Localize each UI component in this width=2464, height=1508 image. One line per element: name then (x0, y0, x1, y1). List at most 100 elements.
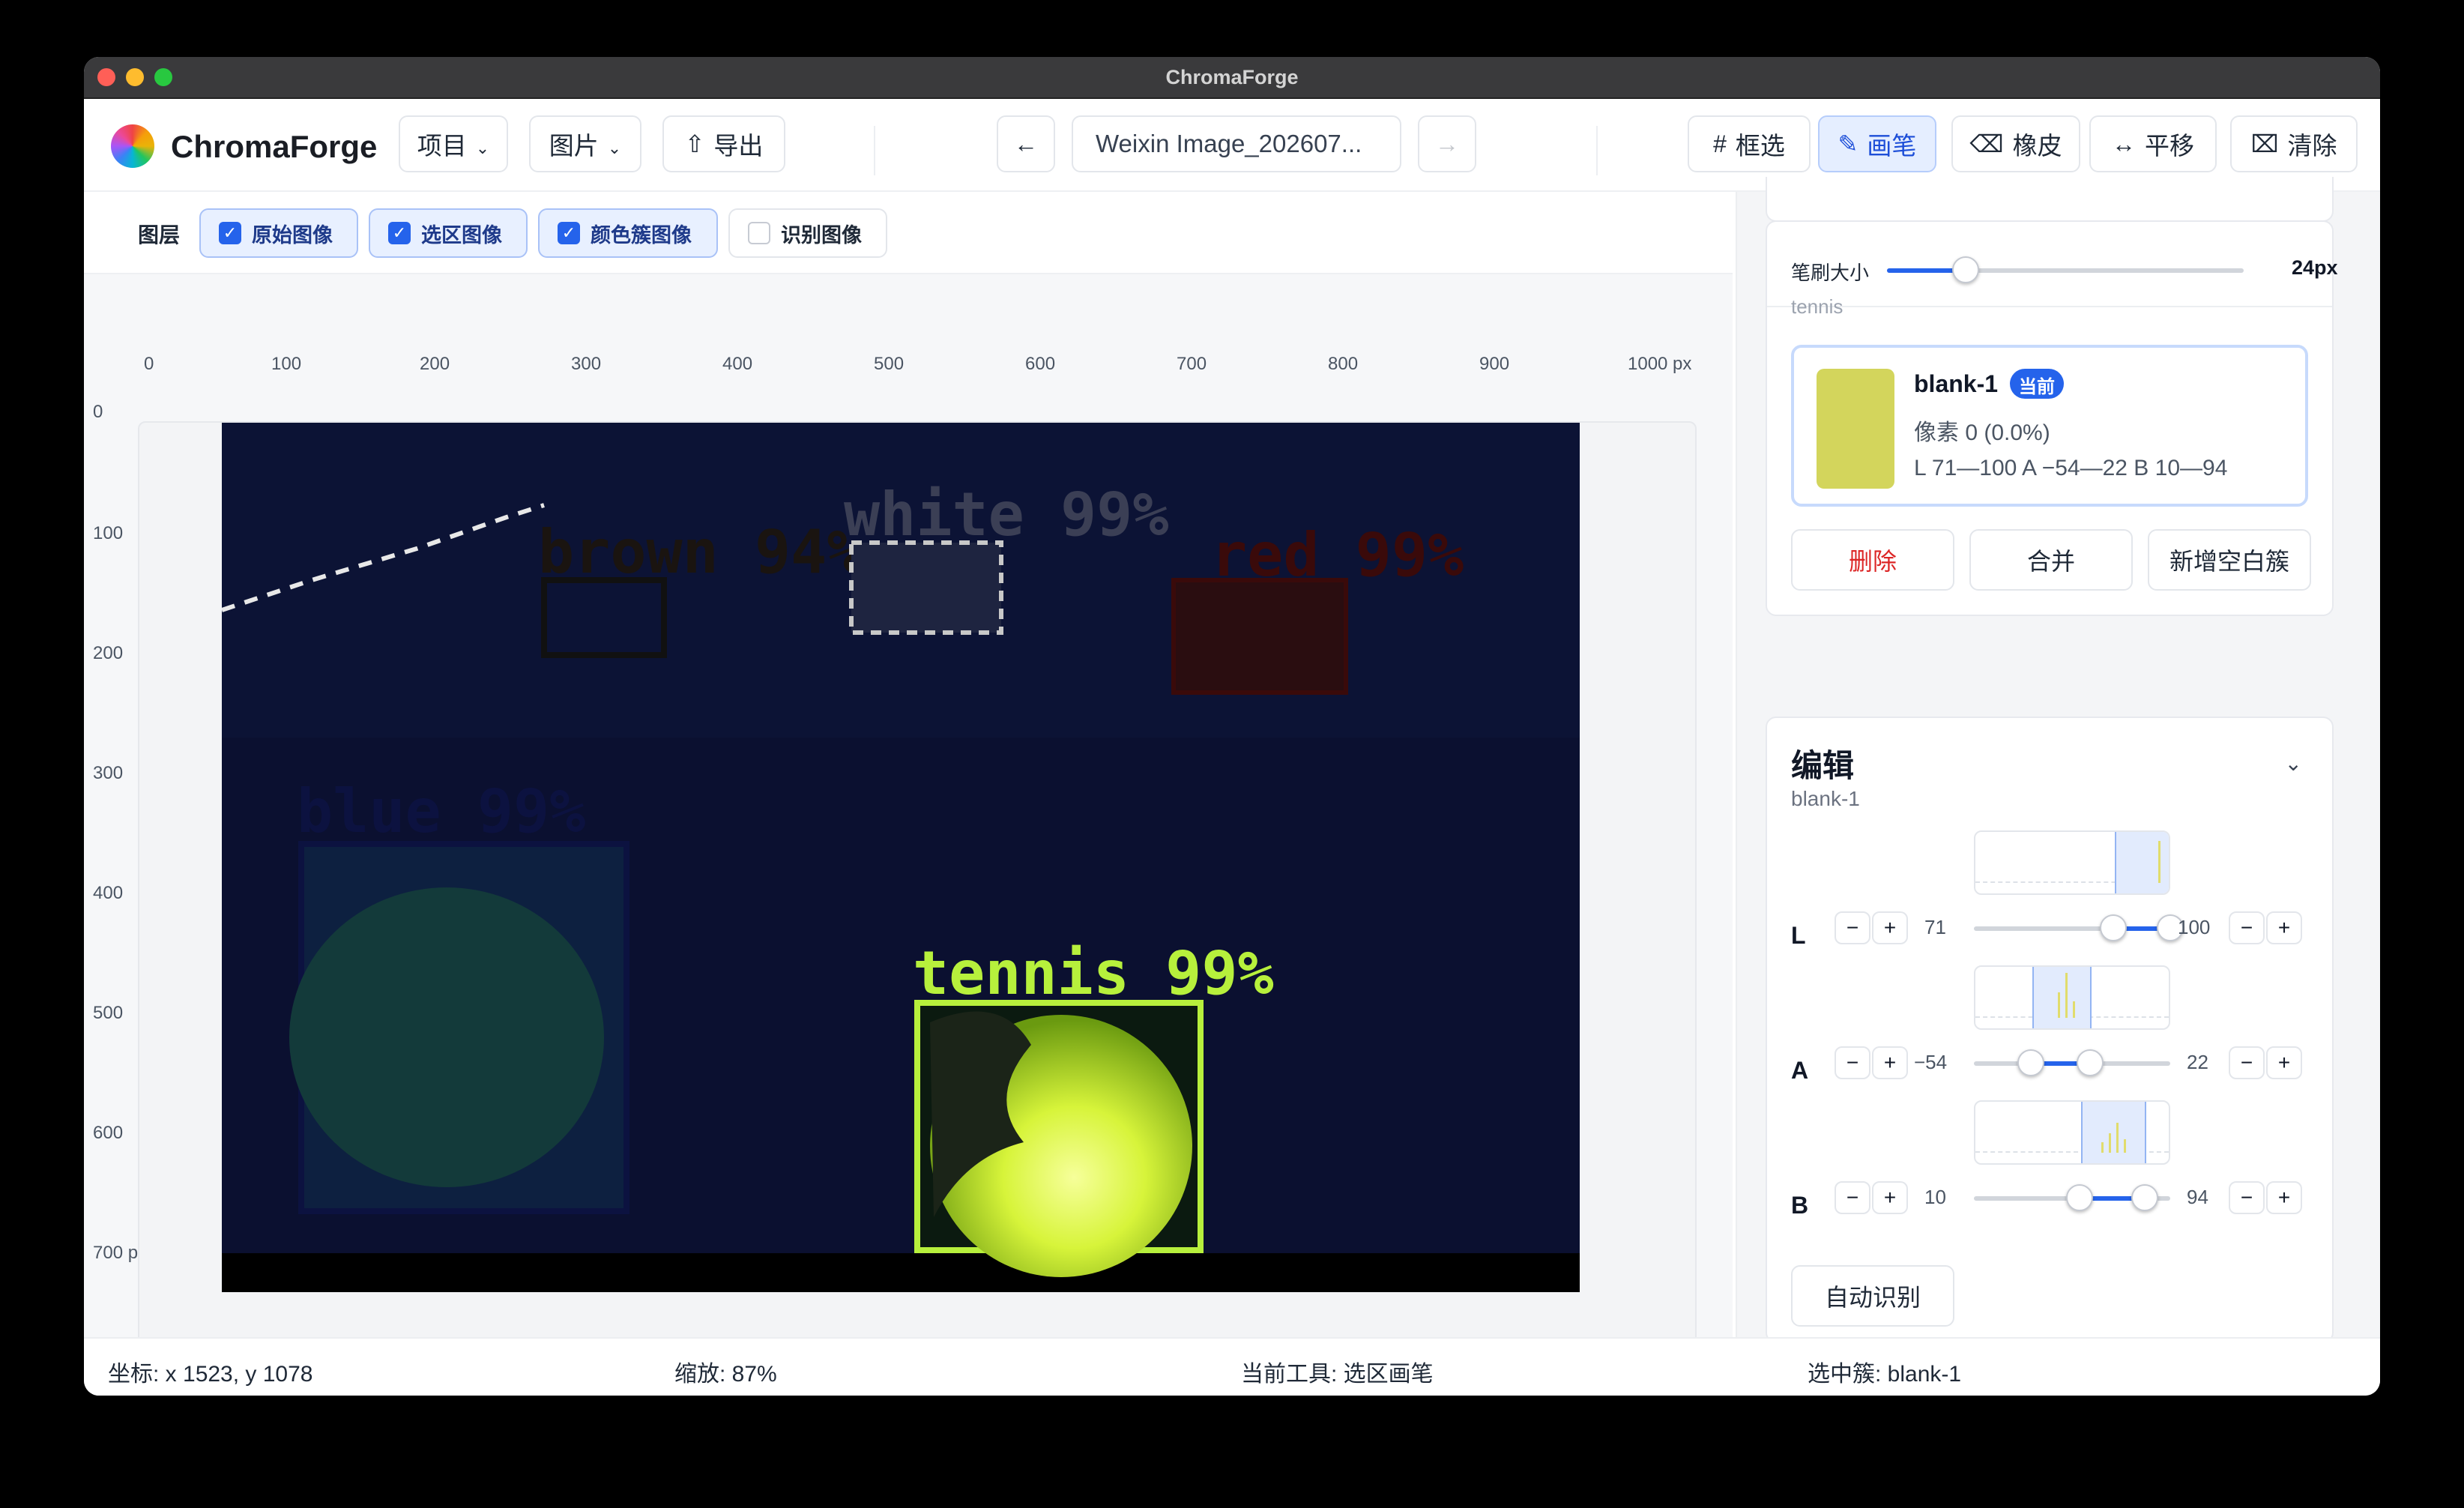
pan-tool-button[interactable]: ↔ 平移 (2089, 115, 2217, 172)
ruler-y-tick: 400 (93, 883, 124, 903)
checkbox-checked-icon: ✓ (388, 222, 411, 244)
layer-toggle-label: 原始图像 (252, 223, 333, 247)
b-max-knob[interactable] (2131, 1184, 2158, 1211)
chevron-down-icon[interactable]: ⌄ (2285, 751, 2302, 776)
eraser-tool-button[interactable]: ⌫ 橡皮 (1951, 115, 2080, 172)
status-selected-cluster: 选中簇: blank-1 (1808, 1362, 1962, 1387)
cluster-color-swatch (1817, 369, 1894, 489)
b-min-decrement-button[interactable]: − (1835, 1181, 1870, 1214)
divider (1767, 306, 2332, 307)
a-min-increment-button[interactable]: + (1872, 1046, 1908, 1079)
delete-cluster-button[interactable]: 删除 (1791, 529, 1954, 591)
brush-size-label: 笔刷大小 (1791, 262, 1870, 284)
histogram-bar (2109, 1133, 2111, 1153)
detection-box-red (1171, 578, 1348, 695)
prev-image-button[interactable]: ← (997, 115, 1055, 172)
ruler-x-tick: 600 (1025, 354, 1056, 374)
ruler-y-tick: 300 (93, 763, 124, 783)
a-min-decrement-button[interactable]: − (1835, 1046, 1870, 1079)
ruler-y-tick: 200 (93, 643, 124, 663)
ruler-y-tick: 100 (93, 523, 124, 543)
checkbox-unchecked-icon (748, 222, 770, 244)
layer-bar: 图层 ✓ 原始图像 ✓ 选区图像 ✓ 颜色簇图像 识别图像 (84, 192, 1733, 274)
b-max-decrement-button[interactable]: − (2229, 1181, 2265, 1214)
canvas-area: 0 100 200 300 400 500 600 700 800 900 10… (84, 274, 1733, 1354)
histogram-selection (2081, 1102, 2146, 1163)
scene-drawing: brown 94% white 99% red 99% blue 99% ten… (222, 423, 1580, 1292)
chevron-down-icon: ⌄ (475, 139, 490, 157)
l-histogram (1974, 830, 2170, 895)
image-menu-label: 图片 (549, 132, 599, 160)
a-max-decrement-button[interactable]: − (2229, 1046, 2265, 1079)
a-min-knob[interactable] (2017, 1049, 2044, 1076)
ruler-y-tick: 700 p (93, 1243, 139, 1263)
cluster-card-current[interactable]: blank-1 当前 像素 0 (0.0%) L 71—100 A −54—22… (1791, 345, 2308, 507)
arrow-left-icon: ← (1014, 130, 1038, 157)
image-menu-button[interactable]: 图片 ⌄ (529, 115, 641, 172)
b-min-increment-button[interactable]: + (1872, 1181, 1908, 1214)
b-min-knob[interactable] (2066, 1184, 2094, 1211)
a-max-knob[interactable] (2076, 1049, 2104, 1076)
current-filename: Weixin Image_202607... (1072, 115, 1401, 172)
clear-tool-button[interactable]: ⌧ 清除 (2230, 115, 2358, 172)
histogram-bar (2058, 992, 2060, 1018)
eraser-label: 橡皮 (2012, 132, 2062, 160)
pan-arrows-icon: ↔ (2112, 130, 2136, 157)
cluster-pixel-count: 像素 0 (0.0%) (1914, 420, 2050, 445)
detection-label-red: red 99% (1211, 520, 1464, 590)
layer-toggle-detection[interactable]: 识别图像 (728, 208, 887, 258)
detection-label-white: white 99% (844, 480, 1168, 549)
ruler-x-tick: 800 (1328, 354, 1359, 374)
ruler-x-tick: 500 (874, 354, 905, 374)
ruler-x-tick: 200 (420, 354, 450, 374)
a-min-value: −54 (1914, 1051, 1948, 1073)
brush-tool-button[interactable]: ✎ 画笔 (1818, 115, 1936, 172)
a-max-increment-button[interactable]: + (2266, 1046, 2302, 1079)
a-max-value: 22 (2187, 1051, 2208, 1073)
box-select-tool-button[interactable]: # 框选 (1688, 115, 1811, 172)
export-button[interactable]: ⇧ 导出 (662, 115, 785, 172)
l-min-increment-button[interactable]: + (1872, 911, 1908, 944)
layer-toggle-original[interactable]: ✓ 原始图像 (199, 208, 358, 258)
brush-size-slider-knob[interactable] (1951, 256, 1979, 283)
edit-panel: 编辑 blank-1 ⌄ L − + 71 100 − + A − + −54 … (1766, 717, 2334, 1343)
next-image-button[interactable]: → (1418, 115, 1476, 172)
l-min-decrement-button[interactable]: − (1835, 911, 1870, 944)
layer-toggle-clusters[interactable]: ✓ 颜色簇图像 (538, 208, 718, 258)
l-max-increment-button[interactable]: + (2266, 911, 2302, 944)
right-sidebar: 笔刷大小 24px tennis blank-1 当前 像素 0 (0.0%) … (1736, 177, 2380, 1343)
project-menu-button[interactable]: 项目 ⌄ (399, 115, 508, 172)
layer-toggle-selection[interactable]: ✓ 选区图像 (369, 208, 528, 258)
checkbox-checked-icon: ✓ (219, 222, 241, 244)
b-max-increment-button[interactable]: + (2266, 1181, 2302, 1214)
add-empty-cluster-button[interactable]: 新增空白簇 (2148, 529, 2311, 591)
image-stage[interactable]: brown 94% white 99% red 99% blue 99% ten… (138, 421, 1697, 1354)
image-canvas[interactable]: brown 94% white 99% red 99% blue 99% ten… (222, 423, 1580, 1292)
ruler-x-tick: 700 (1177, 354, 1207, 374)
previous-card-edge (1766, 177, 2334, 222)
brush-size-value: 24px (2292, 256, 2338, 279)
clear-icon: ⌧ (2250, 130, 2279, 157)
merge-cluster-button[interactable]: 合并 (1969, 529, 2133, 591)
l-max-decrement-button[interactable]: − (2229, 911, 2265, 944)
layer-toggle-label: 颜色簇图像 (591, 223, 692, 247)
ruler-x-tick: 400 (722, 354, 753, 374)
ruler-x-tick: 1000 px (1628, 354, 1692, 374)
histogram-bar (2101, 1142, 2104, 1153)
ruler-y-tick: 600 (93, 1123, 124, 1143)
channel-label-l: L (1791, 922, 1806, 949)
status-coordinates: 坐标: x 1523, y 1078 (108, 1362, 313, 1387)
l-min-knob[interactable] (2100, 914, 2128, 941)
detection-label-tennis: tennis 99% (913, 938, 1274, 1008)
upload-icon: ⇧ (684, 130, 705, 157)
channel-label-a: A (1791, 1057, 1809, 1084)
chevron-down-icon: ⌄ (607, 139, 622, 157)
status-zoom: 缩放: 87% (674, 1362, 777, 1387)
toolbar-divider (874, 126, 875, 175)
auto-detect-button[interactable]: 自动识别 (1791, 1265, 1954, 1327)
export-label: 导出 (713, 132, 764, 160)
layer-toggle-label: 选区图像 (421, 223, 502, 247)
pan-label: 平移 (2145, 132, 2194, 160)
status-tool: 当前工具: 选区画笔 (1241, 1362, 1434, 1387)
blue-ball-shape (289, 887, 604, 1187)
